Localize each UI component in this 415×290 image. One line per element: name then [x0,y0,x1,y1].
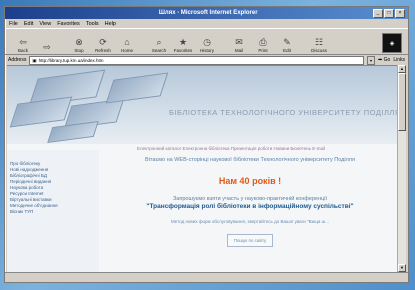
maximize-button[interactable]: □ [384,8,394,18]
sidebar-menu: Про бібліотеку Нові надходження Бібліогр… [10,161,58,214]
page-viewport: БІБЛІОТЕКА ТЕХНОЛОГІЧНОГО УНІВЕРСИТЕТУ П… [7,65,398,273]
edit-button[interactable]: ✎ Edit [275,37,299,53]
toolbar: ⇦ Back ⇨ ⊗ Stop ⟳ Refresh ⌂ Home ⌕ Search ★ Fa… [5,28,408,55]
conference-title[interactable]: "Трансформація ролі бібліотеки в інформа… [102,203,398,211]
scroll-up-icon[interactable]: ▲ [398,65,406,73]
info-note: Метод нових форм обслуговування, звертай… [171,219,329,224]
address-url: http://library.tup.km.ua/index.htm [38,57,104,63]
windows-logo-icon: ◈ [382,33,402,53]
scroll-down-icon[interactable]: ▼ [398,264,406,272]
address-dropdown[interactable]: ▾ [367,55,376,65]
anniversary-heading: Нам 40 років ! [218,176,282,186]
edit-icon: ✎ [283,37,291,47]
address-input[interactable]: ▣ http://library.tup.km.ua/index.htm [29,55,365,65]
title-bar: Шлях - Microsoft Internet Explorer _ □ × [5,7,408,19]
site-header: БІБЛІОТЕКА ТЕХНОЛОГІЧНОГО УНІВЕРСИТЕТУ П… [7,66,398,144]
menu-file[interactable]: File [9,21,18,27]
address-bar: Address ▣ http://library.tup.km.ua/index… [5,55,408,65]
menu-favorites[interactable]: Favorites [57,21,80,27]
welcome-text: Вітаємо на WEB-сторінці наукової бібліот… [145,157,355,163]
history-button[interactable]: ◷ History [195,37,219,53]
search-button[interactable]: ⌕ Search [147,37,171,53]
sidebar-item-internet-resources[interactable]: Ресурси Internet [10,191,58,196]
back-button[interactable]: ⇦ Back [11,37,35,53]
vertical-scrollbar[interactable]: ▲ ▼ [397,65,406,272]
site-title: БІБЛІОТЕКА ТЕХНОЛОГІЧНОГО УНІВЕРСИТЕТУ П… [169,108,398,117]
menu-help[interactable]: Help [105,21,116,27]
header-tile [47,121,99,143]
sidebar-item-new-arrivals[interactable]: Нові надходження [10,167,58,172]
sidebar-item-bulletin[interactable]: Вісник ТУП [10,209,58,214]
minimize-button[interactable]: _ [373,8,383,18]
refresh-icon: ⟳ [99,37,107,47]
sidebar-item-methodical[interactable]: Методичне об'єднання [10,203,58,208]
menu-edit[interactable]: Edit [24,21,33,27]
discuss-button[interactable]: ☷ Discuss [307,37,331,53]
sidebar-item-virtual-exhibitions[interactable]: Віртуальні виставки [10,197,58,202]
refresh-button[interactable]: ⟳ Refresh [91,37,115,53]
sidebar-item-bibliographic-db[interactable]: Бібліографічні БД [10,173,58,178]
scroll-thumb[interactable] [398,73,406,131]
menu-tools[interactable]: Tools [86,21,99,27]
page-icon: ▣ [32,57,37,63]
mail-button[interactable]: ✉ Mail [227,37,251,53]
top-navigation[interactable]: Електронний каталог Електронна бібліотек… [137,146,325,151]
favorites-icon: ★ [178,37,188,47]
sidebar-item-research[interactable]: Наукова робота [10,185,58,190]
main-content: Вітаємо на WEB-сторінці наукової бібліот… [102,156,398,247]
discuss-icon: ☷ [314,37,324,47]
stop-icon: ⊗ [75,37,83,47]
print-button[interactable]: ⎙ Print [251,37,275,53]
links-button[interactable]: Links [393,57,405,63]
forward-arrow-icon: ⇨ [43,42,51,52]
close-button[interactable]: × [395,8,405,18]
go-button[interactable]: ➡ Go [378,57,390,63]
menu-bar: File Edit View Favorites Tools Help [5,19,408,28]
home-button[interactable]: ⌂ Home [115,37,139,53]
print-icon: ⎙ [259,37,267,47]
forward-button[interactable]: ⇨ [35,42,59,53]
window-title: Шлях - Microsoft Internet Explorer [158,10,258,16]
favorites-button[interactable]: ★ Favorites [171,37,195,53]
search-icon: ⌕ [156,37,162,47]
back-arrow-icon: ⇦ [19,37,27,47]
mail-icon: ✉ [235,37,243,47]
header-tile [105,72,169,104]
browser-window: Шлях - Microsoft Internet Explorer _ □ ×… [4,6,409,283]
status-bar [5,272,408,282]
conference-invite: Запрошуємо взяти участь у науково-практи… [172,196,328,202]
address-label: Address [8,57,27,63]
home-icon: ⌂ [124,37,130,47]
header-tile [9,96,73,128]
site-search-button[interactable]: Пошук по сайту [227,234,273,247]
sidebar-item-periodicals[interactable]: Періодичні видання [10,179,58,184]
history-icon: ◷ [203,37,211,47]
sidebar-item-about[interactable]: Про бібліотеку [10,161,58,166]
menu-view[interactable]: View [39,21,51,27]
stop-button[interactable]: ⊗ Stop [67,37,91,53]
